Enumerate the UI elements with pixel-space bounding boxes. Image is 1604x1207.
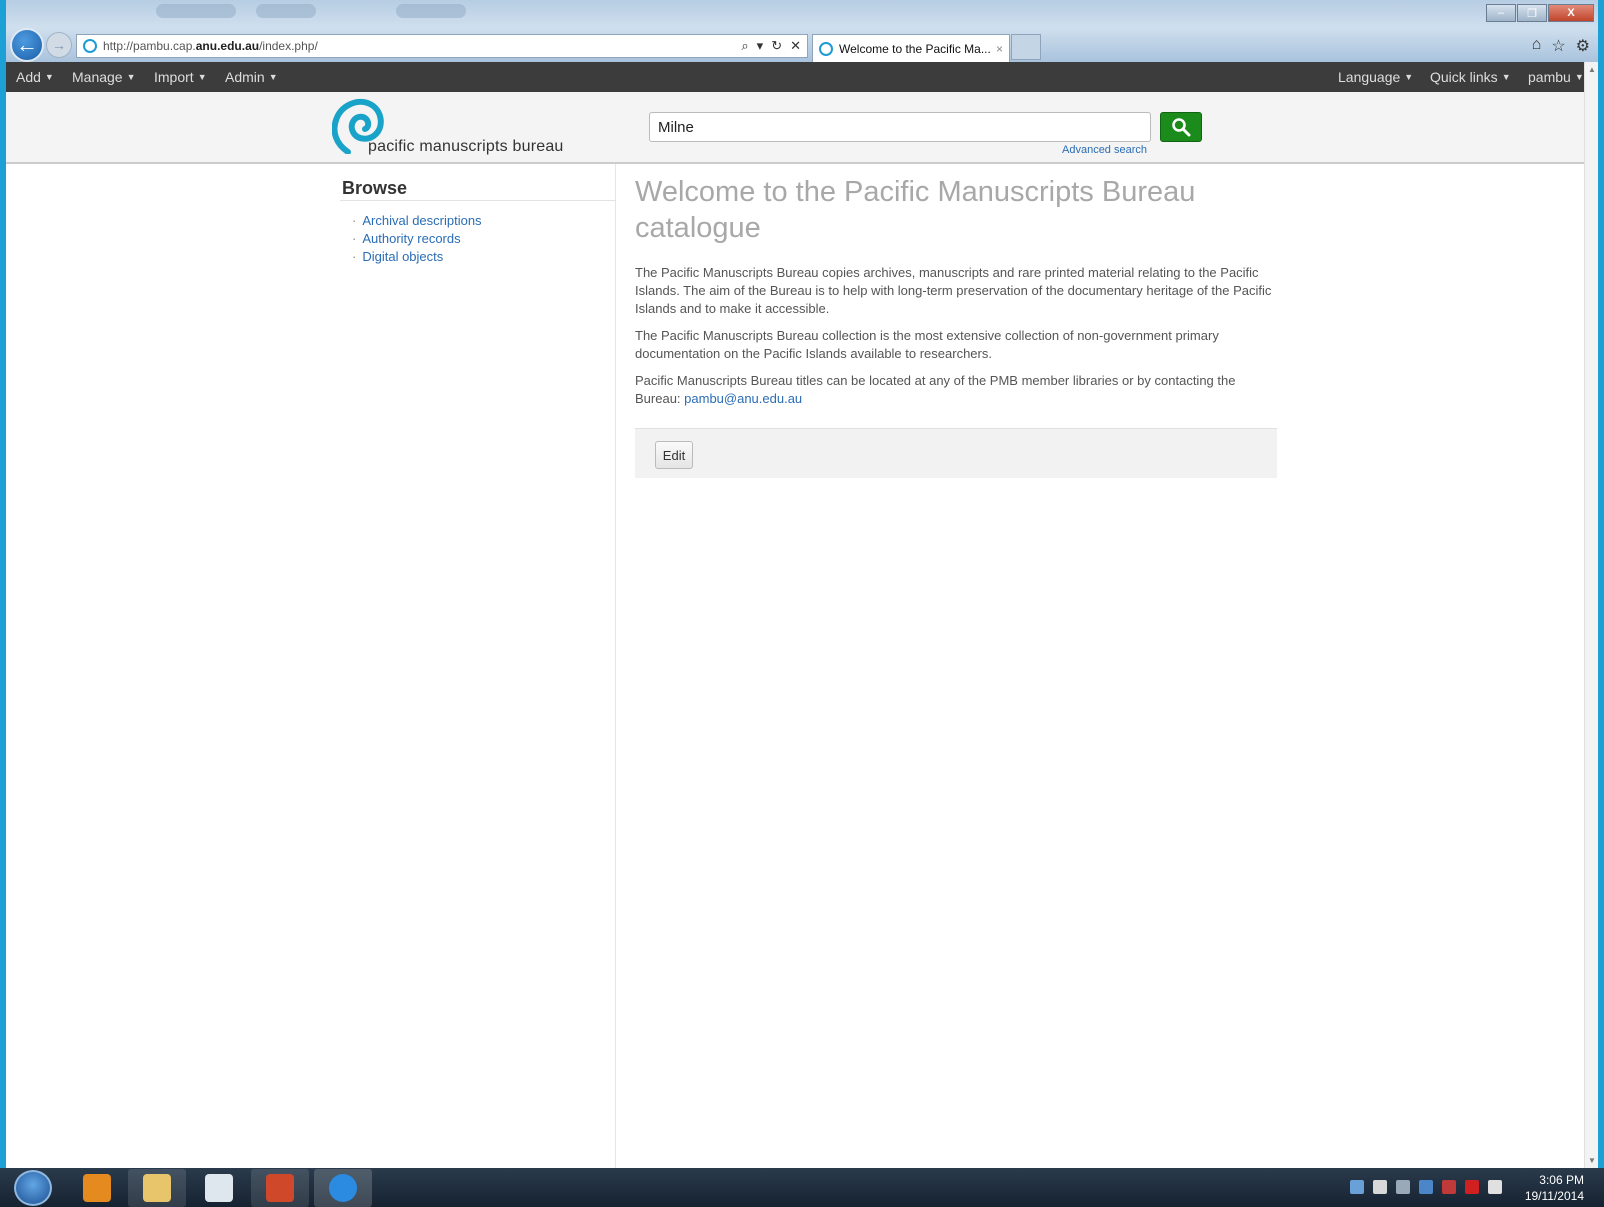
collection-paragraph: The Pacific Manuscripts Bureau collectio…: [635, 328, 1219, 361]
forward-button[interactable]: →: [46, 32, 72, 58]
search-button[interactable]: [1160, 112, 1202, 142]
address-url: http://pambu.cap.anu.edu.au/index.php/: [103, 39, 318, 53]
back-button[interactable]: ←: [10, 28, 44, 62]
taskbar-app-window[interactable]: [190, 1169, 248, 1207]
favorites-star-icon[interactable]: ☆: [1551, 36, 1565, 56]
bullet: ·: [352, 249, 357, 264]
intro-paragraph: The Pacific Manuscripts Bureau copies ar…: [635, 265, 1272, 316]
caret-down-icon: ▼: [44, 72, 54, 82]
caret-down-icon: ▼: [1404, 72, 1414, 82]
logo-text[interactable]: pacific manuscripts bureau: [368, 138, 564, 156]
network-tray-icon[interactable]: [1350, 1180, 1364, 1194]
menu-import[interactable]: Import ▼: [154, 69, 207, 85]
vertical-scrollbar[interactable]: ▲ ▼: [1584, 62, 1598, 1168]
caret-down-icon: ▼: [1501, 72, 1511, 82]
browse-list: · Archival descriptions · Authority record…: [352, 212, 482, 266]
settings-gear-icon[interactable]: ⚙: [1576, 36, 1590, 56]
bullet: ·: [352, 213, 357, 228]
stop-icon[interactable]: ✕: [790, 38, 801, 54]
taskbar-app-outlook[interactable]: [68, 1169, 126, 1207]
start-button[interactable]: [14, 1170, 52, 1206]
pdf-tray-icon[interactable]: [1488, 1180, 1502, 1194]
address-bar[interactable]: http://pambu.cap.anu.edu.au/index.php/ ⌕…: [76, 34, 808, 58]
edit-button[interactable]: Edit: [655, 441, 693, 469]
browse-item-digital-objects[interactable]: · Digital objects: [352, 248, 482, 266]
minimize-button[interactable]: –: [1486, 4, 1516, 22]
site-header: pacific manuscripts bureau Advanced sear…: [6, 92, 1598, 164]
browser-chrome: ← → http://pambu.cap.anu.edu.au/index.ph…: [6, 0, 1598, 62]
search-icon: [1172, 118, 1191, 137]
menu-add[interactable]: Add ▼: [16, 69, 54, 85]
tab-close-icon[interactable]: ×: [996, 42, 1003, 56]
caret-down-icon: ▼: [126, 72, 136, 82]
advanced-search-link[interactable]: Advanced search: [1062, 144, 1147, 156]
clock-date: 19/11/2014: [1524, 1189, 1584, 1203]
new-tab-button[interactable]: [1011, 34, 1041, 60]
actions-bar: Edit: [635, 428, 1277, 478]
glass-reflection: [256, 4, 316, 18]
search-icon[interactable]: ⌕: [741, 38, 748, 54]
tab-title: Welcome to the Pacific Ma...: [839, 41, 991, 56]
taskbar-app-ie[interactable]: [314, 1169, 372, 1207]
powerpoint-icon: [266, 1174, 294, 1202]
browse-heading: Browse: [342, 178, 408, 198]
chevron-down-icon[interactable]: ▾: [757, 38, 764, 54]
menu-language[interactable]: Language ▼: [1338, 69, 1413, 85]
caret-down-icon: ▼: [197, 72, 207, 82]
caret-down-icon: ▼: [268, 72, 278, 82]
file-explorer-icon: [143, 1174, 171, 1202]
scroll-down-icon[interactable]: ▼: [1588, 1156, 1596, 1165]
bullet: ·: [352, 231, 357, 246]
menu-user[interactable]: pambu ▼: [1528, 69, 1584, 85]
menu-quick-links[interactable]: Quick links ▼: [1430, 69, 1511, 85]
taskbar-app-explorer[interactable]: [128, 1169, 186, 1207]
flag-tray-icon[interactable]: [1373, 1180, 1387, 1194]
restore-button[interactable]: ❐: [1517, 4, 1547, 22]
divider: [340, 200, 616, 201]
system-tray: [1350, 1180, 1502, 1194]
tab-favicon-icon: [819, 41, 833, 56]
browser-tab-active[interactable]: Welcome to the Pacific Ma... ×: [812, 34, 1010, 62]
browser-window: ← → http://pambu.cap.anu.edu.au/index.ph…: [6, 0, 1598, 1168]
glass-reflection: [396, 4, 466, 18]
outlook-icon: [83, 1174, 111, 1202]
internet-explorer-icon: [329, 1174, 357, 1202]
page-title: Welcome to the Pacific Manuscripts Burea…: [635, 176, 1196, 244]
menu-manage[interactable]: Manage ▼: [72, 69, 136, 85]
contact-email-link[interactable]: pambu@anu.edu.au: [684, 391, 802, 406]
close-window-button[interactable]: X: [1548, 4, 1594, 22]
caret-down-icon: ▼: [1574, 72, 1584, 82]
windows-taskbar: 3:06 PM 19/11/2014: [0, 1168, 1604, 1207]
contact-paragraph: Pacific Manuscripts Bureau titles can be…: [635, 373, 1236, 406]
refresh-icon[interactable]: ↻: [771, 38, 782, 54]
menu-admin[interactable]: Admin ▼: [225, 69, 278, 85]
browse-item-archival-descriptions[interactable]: · Archival descriptions: [352, 212, 482, 230]
sidebar: Browse · Archival descriptions · Authority…: [332, 164, 616, 1168]
home-icon[interactable]: ⌂: [1532, 36, 1542, 56]
scroll-up-icon[interactable]: ▲: [1588, 65, 1596, 74]
adobe-tray-icon[interactable]: [1465, 1180, 1479, 1194]
taskbar-clock[interactable]: 3:06 PM 19/11/2014: [1522, 1172, 1584, 1204]
site-favicon-icon: [83, 39, 97, 53]
volume-muted-tray-icon[interactable]: [1442, 1180, 1456, 1194]
window-app-icon: [205, 1174, 233, 1202]
display-tray-icon[interactable]: [1396, 1180, 1410, 1194]
glass-reflection: [156, 4, 236, 18]
browse-item-authority-records[interactable]: · Authority records: [352, 230, 482, 248]
shield-tray-icon[interactable]: [1419, 1180, 1433, 1194]
search-input[interactable]: [649, 112, 1151, 142]
taskbar-app-powerpoint[interactable]: [251, 1169, 309, 1207]
admin-topbar: Add ▼ Manage ▼ Import ▼ Admin ▼ Language ▼ Qu…: [6, 62, 1598, 92]
clock-time: 3:06 PM: [1539, 1173, 1584, 1187]
